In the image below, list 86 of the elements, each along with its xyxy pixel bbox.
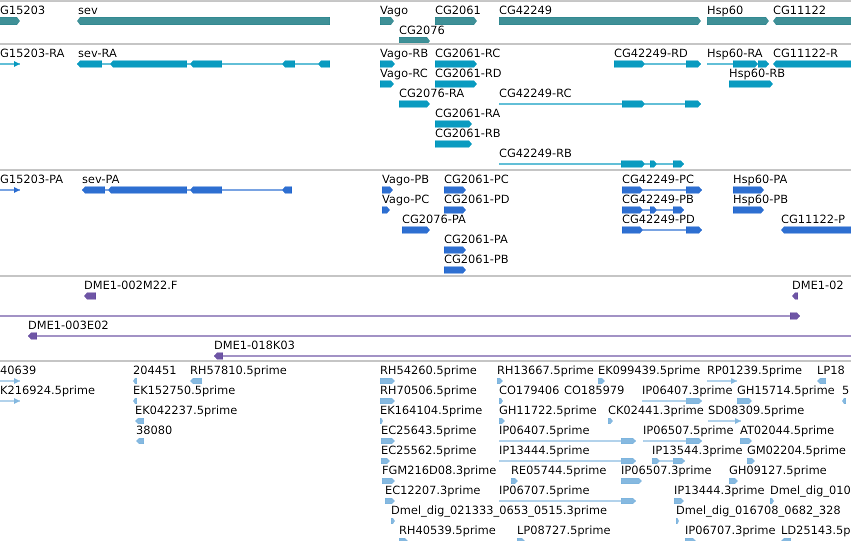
feature-label: RH40539.5prime <box>399 523 496 537</box>
feature-label: EK152750.5prime <box>133 383 236 397</box>
feature-label: DME1-002M22.F <box>84 278 178 292</box>
feature-label: CG42249-PD <box>622 212 695 226</box>
feature-label: FGM216D08.3prime <box>382 463 496 477</box>
feature-label: Hsp60 <box>707 3 744 17</box>
feature-label: CG2076 <box>399 23 445 37</box>
feature-label: CG2076-RA <box>399 86 464 100</box>
feature-label: K216924.5prime <box>0 383 96 397</box>
feature-label: GH15714.5prime <box>737 383 835 397</box>
feature-label: RH54260.5prime <box>380 363 477 377</box>
feature-label: CG11122-P <box>781 212 845 226</box>
feature-label: 40639 <box>0 363 36 377</box>
feature-label: Dmel_dig_021333_0653_0515.3prime <box>391 503 607 517</box>
feature-label: IP13444.3prime <box>674 483 765 497</box>
feature-label: CG11122-R <box>773 46 838 60</box>
feature-label: CG2061-RC <box>435 46 500 60</box>
feature-label: IP13444.5prime <box>499 443 590 457</box>
feature-label: CG11122 <box>773 3 826 17</box>
feature-label: Vago-RB <box>380 46 428 60</box>
feature-label: CG42249-RB <box>499 146 572 160</box>
feature-label: G15203 <box>0 3 46 17</box>
feature-label: CK02441.3prime <box>608 403 704 417</box>
feature-label: IP06507.3prime <box>621 463 712 477</box>
feature-label: CG2076-PA <box>402 212 466 226</box>
feature-label: GM02204.5prime <box>747 443 846 457</box>
feature-label: EC25562.5prime <box>381 443 476 457</box>
feature-label: G15203-PA <box>0 172 64 186</box>
feature-label: GH11722.5prime <box>499 403 597 417</box>
feature-label: Vago-PC <box>382 192 430 206</box>
feature-label: CG2061-RB <box>435 126 501 140</box>
feature-label: 38080 <box>136 423 172 437</box>
feature-label: RH57810.5prime <box>190 363 287 377</box>
feature-label: AT02044.5prime <box>740 423 834 437</box>
feature-label: 204451 <box>133 363 176 377</box>
feature-label: RE05744.5prime <box>511 463 606 477</box>
feature-label: LP18 <box>817 363 845 377</box>
feature-label: RH70506.5prime <box>380 383 477 397</box>
feature-label: IP06707.5prime <box>499 483 590 497</box>
feature-label: IP13544.3prime <box>652 443 743 457</box>
feature-label: EK099439.5prime <box>598 363 700 377</box>
feature-label: CG42249-PC <box>622 172 694 186</box>
feature-label: LD25143.5p <box>781 523 850 537</box>
feature-label: Vago <box>380 3 408 17</box>
feature-label: DME1-003E02 <box>28 318 109 332</box>
feature-label: 5 <box>842 383 850 397</box>
feature-label: DME1-02 <box>792 278 844 292</box>
feature-label: LP08727.5prime <box>517 523 610 537</box>
feature-label: Dmel_dig_010 <box>770 483 851 497</box>
feature-label: Hsp60-RA <box>707 46 763 60</box>
feature-label: EK164104.5prime <box>380 403 482 417</box>
feature-label: EC12207.3prime <box>385 483 480 497</box>
feature-label: EC25643.5prime <box>381 423 476 437</box>
feature-label: DME1-018K03 <box>214 338 295 352</box>
feature-label: IP06407.3prime <box>642 383 733 397</box>
feature-label: CO185979 <box>564 383 624 397</box>
feature-label: CG2061-RD <box>435 66 502 80</box>
feature-label: GH09127.5prime <box>729 463 827 477</box>
feature-label: Hsp60-PA <box>733 172 788 186</box>
feature-label: CG2061-PA <box>444 232 508 246</box>
feature-label: CO179406 <box>499 383 560 397</box>
feature-label: SD08309.5prime <box>708 403 804 417</box>
feature-label: Dmel_dig_016708_0682_328 <box>676 503 841 517</box>
feature-label: IP06507.5prime <box>643 423 734 437</box>
feature-label: IP06407.5prime <box>499 423 590 437</box>
feature-label: Hsp60-RB <box>729 66 786 80</box>
feature-label: G15203-RA <box>0 46 64 60</box>
feature-label: CG42249-RC <box>499 86 572 100</box>
feature-label: sev-PA <box>82 172 120 186</box>
feature-label: RP01239.5prime <box>707 363 802 377</box>
feature-label: CG2061-PB <box>444 252 509 266</box>
feature-label: EK042237.5prime <box>135 403 238 417</box>
feature-label: Hsp60-PB <box>733 192 788 206</box>
feature-label: CG42249-PB <box>622 192 694 206</box>
feature-label: RH13667.5prime <box>497 363 594 377</box>
feature-label: CG2061-PC <box>444 172 509 186</box>
feature-label: CG42249-RD <box>614 46 688 60</box>
feature-label: CG2061 <box>435 3 481 17</box>
feature-label: IP06707.3prime <box>685 523 776 537</box>
feature-label: CG2061-RA <box>435 106 500 120</box>
feature-label: Vago-PB <box>382 172 430 186</box>
feature-label: CG42249 <box>499 3 552 17</box>
feature-label: sev <box>78 3 98 17</box>
feature-label: sev-RA <box>78 46 117 60</box>
feature-label: CG2061-PD <box>444 192 510 206</box>
feature-label: Vago-RC <box>380 66 428 80</box>
